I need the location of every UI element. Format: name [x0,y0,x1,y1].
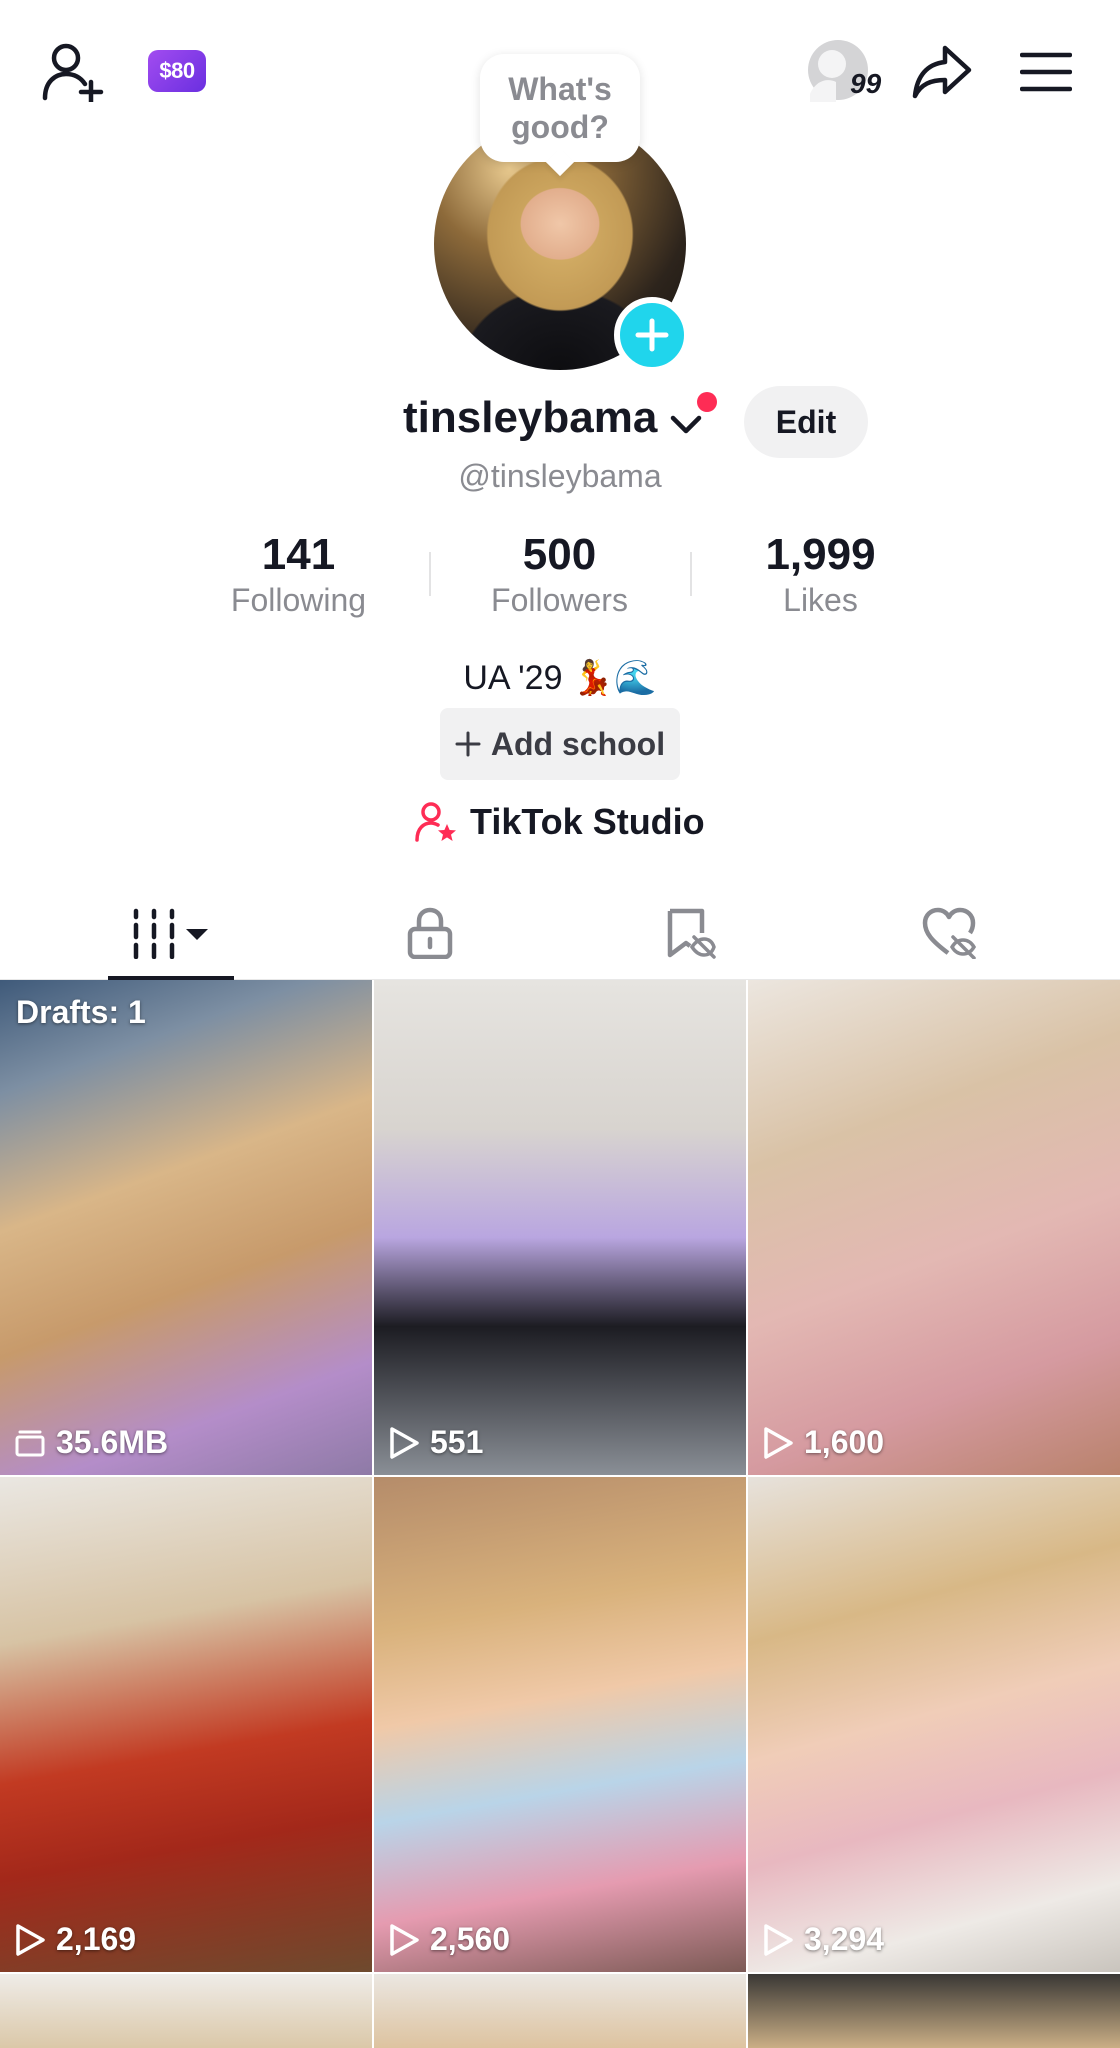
add-friend-icon[interactable] [38,38,108,104]
tab-liked[interactable] [910,885,990,980]
view-count: 2,169 [14,1921,136,1958]
stat-label: Likes [783,582,858,618]
stat-divider [429,552,431,596]
studio-icon [415,802,456,842]
username[interactable]: tinsleybama [403,393,657,443]
video-tile[interactable]: 2,169 [0,1477,372,1972]
tab-favorites[interactable] [650,885,730,980]
profile-bio: UA '29 💃🌊 [463,659,657,697]
stat-value: 1,999 [765,530,876,579]
stat-label: Following [230,582,367,618]
content-tabs [0,885,1120,980]
tiktok-studio-link[interactable]: TikTok Studio [414,796,705,848]
video-tile[interactable]: 551 [374,980,746,1475]
stat-following[interactable]: 141 Following [168,528,429,628]
heart-hidden-icon [922,907,977,959]
chevron-down-icon[interactable] [668,407,704,443]
drafts-stack-icon [15,1430,45,1456]
play-icon [390,1923,419,1956]
view-count-value: 3,294 [804,1921,885,1957]
add-story-plus-icon[interactable] [614,297,690,373]
view-count-value: 2,169 [56,1921,137,1957]
play-icon [390,1426,419,1459]
bookmark-hidden-icon [667,908,716,959]
view-count: 3,294 [762,1921,884,1958]
video-tile[interactable] [748,1974,1120,2048]
view-count-value: 551 [430,1424,484,1460]
video-tile-draft[interactable]: Drafts: 1 35.6MB [0,980,372,1475]
name-row: tinsleybama [0,385,1120,455]
draft-size: 35.6MB [14,1424,168,1461]
add-school-button[interactable]: Add school [440,708,680,780]
video-tile[interactable] [374,1974,746,2048]
coins-badge[interactable]: $80 [148,50,206,92]
play-icon [764,1923,793,1956]
menu-icon[interactable] [1018,48,1074,96]
view-count: 1,600 [762,1424,884,1461]
play-icon [16,1923,45,1956]
stat-divider [690,552,692,596]
drafts-label: Drafts: 1 [16,994,146,1030]
video-tile[interactable]: 3,294 [748,1477,1120,1972]
status-bubble[interactable]: What's good? [480,54,640,162]
user-handle: @tinsleybama [458,458,662,494]
profile-stats: 141 Following 500 Followers 1,999 Likes [168,528,952,628]
plus-icon [455,731,481,757]
lock-icon [407,907,453,959]
studio-label: TikTok Studio [470,801,705,842]
stat-value: 500 [522,530,597,579]
stat-followers[interactable]: 500 Followers [429,528,690,628]
stat-label: Followers [491,582,628,618]
stat-value: 141 [261,530,336,579]
video-tile[interactable]: 2,560 [374,1477,746,1972]
share-icon[interactable] [910,42,974,102]
view-count: 551 [388,1424,483,1461]
account-alert-dot [697,392,717,412]
view-count-value: 2,560 [430,1921,511,1957]
tab-private[interactable] [390,885,470,980]
video-tile[interactable] [0,1974,372,2048]
video-tile[interactable]: 1,600 [748,980,1120,1475]
add-school-label: Add school [490,725,666,762]
view-count-value: 1,600 [804,1424,885,1460]
view-count: 2,560 [388,1921,510,1958]
play-icon [764,1426,793,1459]
tab-videos[interactable] [90,885,250,980]
draft-size-value: 35.6MB [56,1424,169,1460]
edit-profile-button[interactable]: Edit [744,386,868,458]
grid-bars-icon [133,908,208,959]
stat-likes[interactable]: 1,999 Likes [690,528,951,628]
notification-count: 99 [850,68,882,99]
